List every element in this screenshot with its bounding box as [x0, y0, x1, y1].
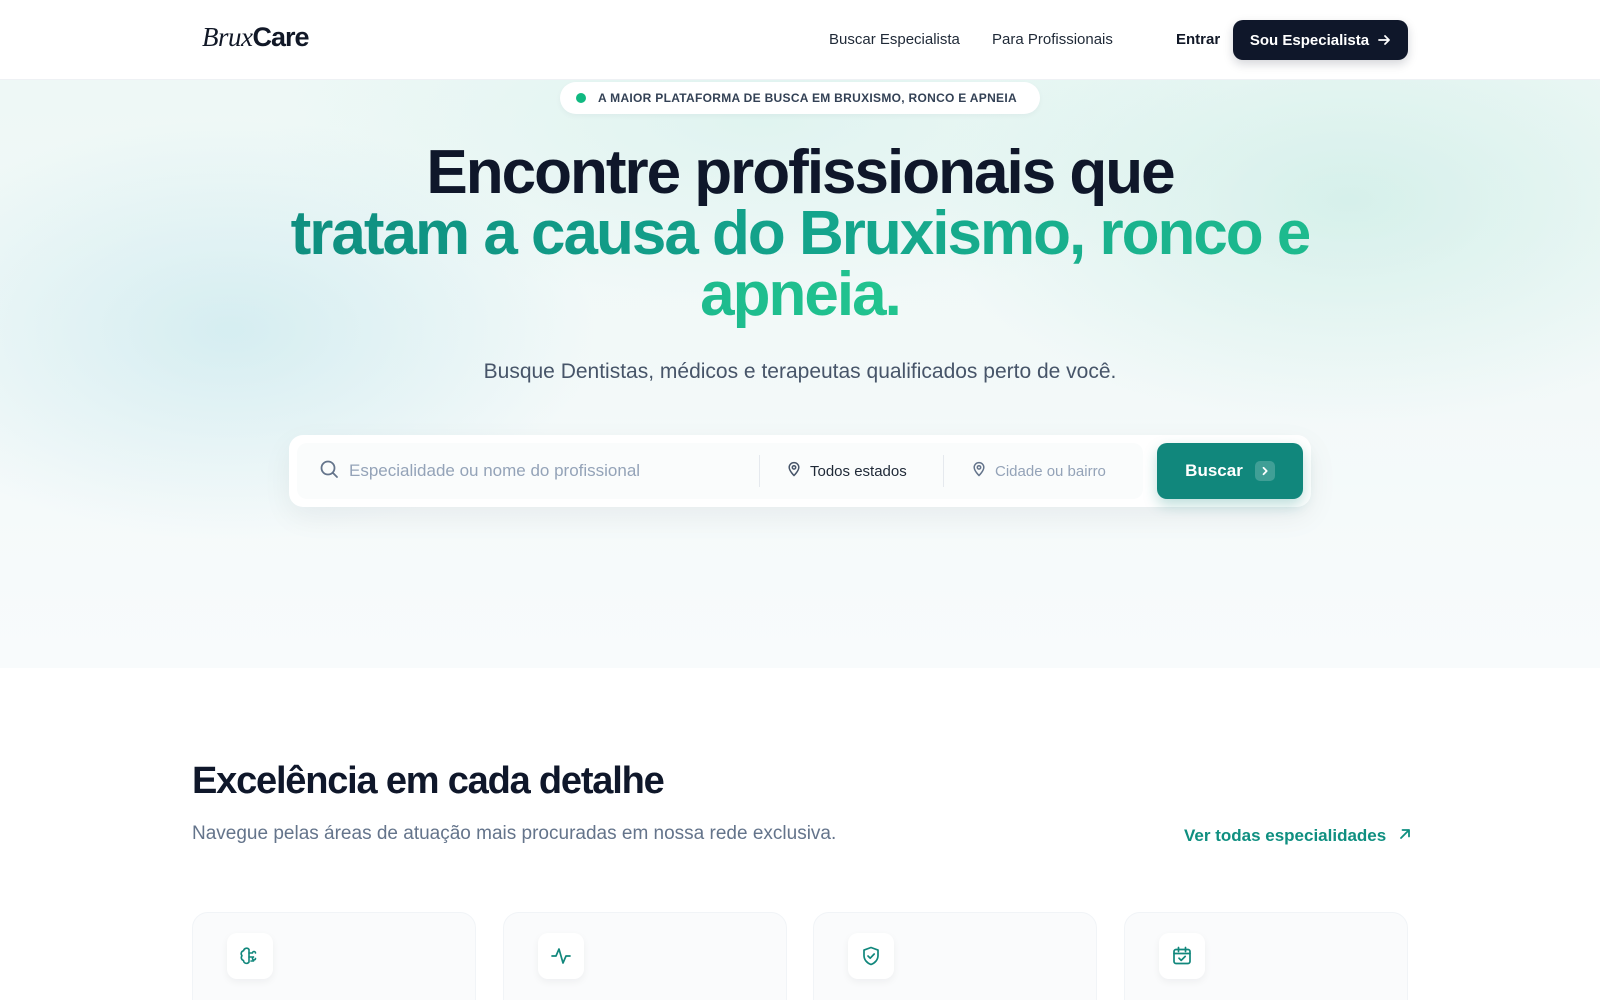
nav-link-para-profissionais[interactable]: Para Profissionais: [992, 31, 1113, 48]
site-header: BruxCare Buscar Especialista Para Profis…: [0, 0, 1600, 80]
sou-especialista-button[interactable]: Sou Especialista: [1233, 20, 1408, 60]
divider: [943, 455, 944, 487]
logo-text-care: Care: [252, 22, 309, 52]
specialty-card[interactable]: [192, 912, 476, 1000]
brain-icon: [227, 933, 273, 979]
calendar-check-icon: [1159, 933, 1205, 979]
hero-badge: A MAIOR PLATAFORMA DE BUSCA EM BRUXISMO,…: [560, 82, 1040, 114]
nav-link-buscar-especialista[interactable]: Buscar Especialista: [829, 31, 960, 48]
login-link[interactable]: Entrar: [1176, 31, 1220, 48]
hero-subtitle: Busque Dentistas, médicos e terapeutas q…: [483, 360, 1117, 383]
city-input[interactable]: [995, 462, 1143, 480]
city-field[interactable]: [957, 443, 1143, 499]
hero-badge-text: A MAIOR PLATAFORMA DE BUSCA EM BRUXISMO,…: [598, 91, 1017, 105]
specialty-card[interactable]: [813, 912, 1097, 1000]
section-subtitle: Navegue pelas áreas de atuação mais proc…: [192, 823, 837, 844]
status-dot-icon: [576, 93, 586, 103]
specialty-card[interactable]: [1124, 912, 1408, 1000]
hero-title-accent: tratam a causa do Bruxismo, ronco e apne…: [290, 199, 1312, 329]
shield-check-icon: [848, 933, 894, 979]
sou-especialista-label: Sou Especialista: [1249, 31, 1370, 49]
search-input[interactable]: [349, 461, 1033, 481]
state-select[interactable]: Todos estados: [774, 443, 928, 499]
activity-icon: [538, 933, 584, 979]
buscar-button[interactable]: Buscar: [1157, 443, 1303, 499]
specialty-card[interactable]: [503, 912, 787, 1000]
search-bar: Todos estados Buscar: [289, 435, 1311, 507]
ver-todas-label: Ver todas especialidades: [1184, 826, 1387, 845]
hero-title: Encontre profissionais que tratam a caus…: [250, 138, 1350, 326]
ver-todas-especialidades-link[interactable]: Ver todas especialidades: [1184, 826, 1412, 846]
divider: [759, 455, 760, 487]
hero-section: A MAIOR PLATAFORMA DE BUSCA EM BRUXISMO,…: [0, 80, 1600, 668]
map-pin-icon: [786, 461, 802, 481]
hero-title-line1: Encontre profissionais que: [426, 138, 1175, 207]
logo-text-brux: Brux: [202, 22, 253, 52]
search-icon: [319, 459, 339, 484]
buscar-label: Buscar: [1185, 461, 1243, 480]
brand-logo[interactable]: BruxCare: [202, 22, 310, 53]
map-pin-icon: [971, 461, 987, 482]
arrow-up-right-icon: [1398, 826, 1412, 846]
section-title: Excelência em cada detalhe: [192, 760, 665, 802]
chevron-right-icon: [1254, 461, 1275, 481]
state-select-value: Todos estados: [810, 462, 907, 480]
arrow-right-icon: [1377, 33, 1391, 47]
